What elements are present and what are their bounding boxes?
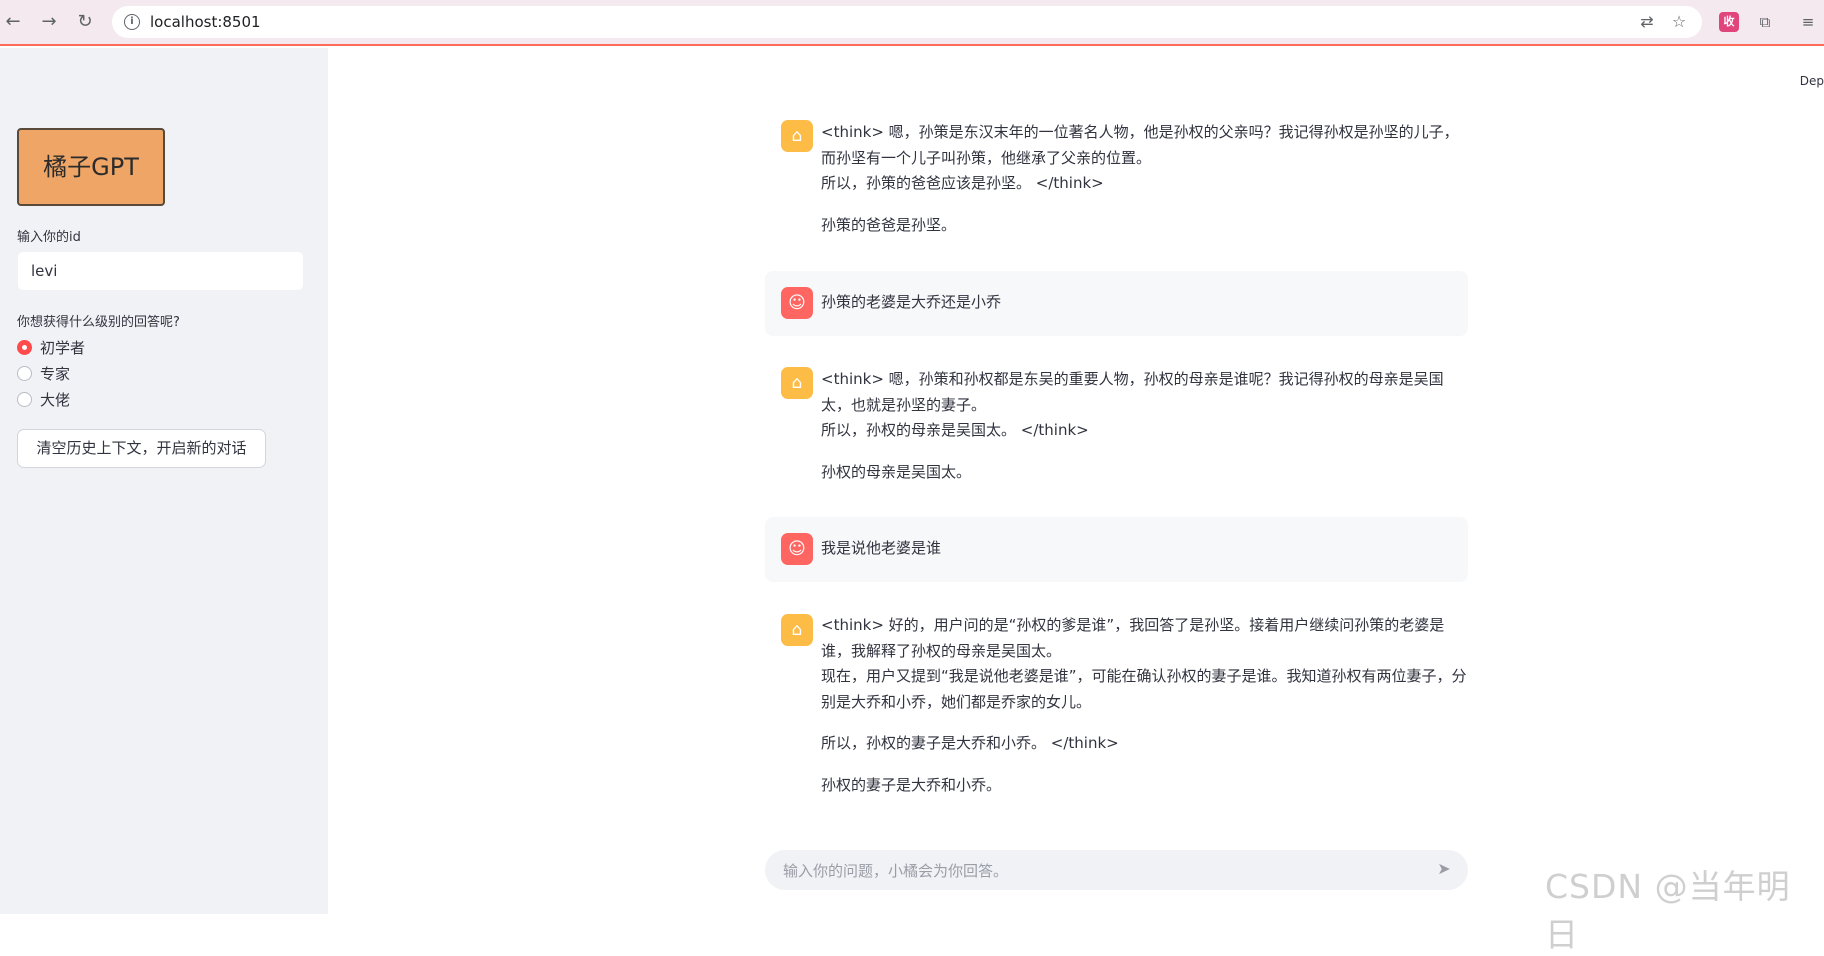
translate-icon[interactable]: ⇄ [1637, 12, 1657, 32]
robot-avatar-icon: ⌂ [781, 614, 813, 646]
message-line: 所以，孙权的母亲是吴国太。 </think> [821, 421, 1089, 439]
message-line: <think> 嗯，孙策是东汉末年的一位著名人物，他是孙权的父亲吗？我记得孙权是… [821, 123, 1459, 167]
browser-toolbar: ← → ↻ i localhost:8501 ⇄ ☆ 收 ⧉ ≡ [0, 0, 1824, 46]
level-option-label: 专家 [40, 364, 71, 383]
message-line: 所以，孙策的爸爸应该是孙坚。 </think> [821, 174, 1104, 192]
chat-input[interactable]: 输入你的问题，小橘会为你回答。 ➤ [765, 850, 1468, 890]
message-line: 我是说他老婆是谁 [821, 539, 942, 557]
logo-button[interactable]: 橘子GPT [17, 128, 165, 206]
extensions-puzzle-icon[interactable]: ⧉ [1755, 12, 1775, 32]
reload-icon[interactable]: ↻ [74, 11, 96, 33]
message-body: <think> 嗯，孙策和孙权都是东吴的重要人物，孙权的母亲是谁呢？我记得孙权的… [821, 367, 1468, 485]
sidebar: 橘子GPT 输入你的id levi 你想获得什么级别的回答呢? 初学者 专家 大… [0, 48, 328, 914]
message-line: 现在，用户又提到“我是说他老婆是谁”，可能在确认孙权的妻子是谁。我知道孙权有两位… [821, 667, 1467, 711]
chat-message-assistant: ⌂ <think> 好的，用户问的是“孙权的爹是谁”，我回答了是孙坚。接着用户继… [765, 606, 1468, 806]
media-control-icon[interactable]: ≡ [1798, 12, 1818, 32]
chat-message-user: ☺ 我是说他老婆是谁 [765, 517, 1468, 582]
radio-checked-icon[interactable] [17, 339, 32, 355]
forward-icon[interactable]: → [38, 11, 60, 33]
message-line: 孙权的母亲是吴国太。 [821, 462, 972, 481]
bookmark-star-icon[interactable]: ☆ [1669, 12, 1689, 32]
message-line: <think> 嗯，孙策和孙权都是东吴的重要人物，孙权的母亲是谁呢？我记得孙权的… [821, 370, 1444, 414]
message-body: <think> 好的，用户问的是“孙权的爹是谁”，我回答了是孙坚。接着用户继续问… [821, 613, 1468, 798]
radio-unchecked-icon[interactable] [17, 391, 32, 407]
message-body: 我是说他老婆是谁 [821, 536, 1468, 562]
level-field-label: 你想获得什么级别的回答呢? [17, 315, 180, 330]
message-line: 孙权的妻子是大乔和小乔。 [821, 775, 1002, 794]
clear-history-button[interactable]: 清空历史上下文，开启新的对话 [17, 429, 266, 468]
chat-message-assistant: ⌂ <think> 嗯，孙策和孙权都是东吴的重要人物，孙权的母亲是谁呢？我记得孙… [765, 359, 1468, 489]
message-body: 孙策的老婆是大乔还是小乔 [821, 290, 1468, 316]
send-icon[interactable]: ➤ [1434, 859, 1454, 879]
user-avatar-icon: ☺ [781, 287, 813, 319]
extension-badge-icon[interactable]: 收 [1719, 12, 1739, 32]
address-url[interactable]: localhost:8501 [150, 13, 261, 31]
chat-input-placeholder[interactable]: 输入你的问题，小橘会为你回答。 [783, 860, 1008, 881]
radio-unchecked-icon[interactable] [17, 365, 32, 381]
message-line: 孙策的爸爸是孙坚。 [821, 215, 957, 234]
deploy-button[interactable]: Dep [1800, 74, 1824, 88]
level-option-label: 初学者 [40, 338, 86, 357]
user-avatar-icon: ☺ [781, 533, 813, 565]
chat-message-assistant: ⌂ <think> 嗯，孙策是东汉末年的一位著名人物，他是孙权的父亲吗？我记得孙… [765, 112, 1468, 242]
level-option-label: 大佬 [40, 390, 71, 409]
chat-message-user: ☺ 孙策的老婆是大乔还是小乔 [765, 271, 1468, 336]
message-line: 所以，孙权的妻子是大乔和小乔。 </think> [821, 734, 1119, 752]
message-line: <think> 好的，用户问的是“孙权的爹是谁”，我回答了是孙坚。接着用户继续问… [821, 616, 1445, 660]
level-option-beginner[interactable]: 初学者 [17, 337, 85, 357]
message-line: 孙策的老婆是大乔还是小乔 [821, 293, 1002, 311]
address-bar[interactable]: i localhost:8501 ⇄ ☆ [112, 6, 1702, 38]
site-info-icon[interactable]: i [124, 14, 140, 30]
watermark: CSDN @当年明日 [1545, 867, 1791, 954]
message-body: <think> 嗯，孙策是东汉末年的一位著名人物，他是孙权的父亲吗？我记得孙权是… [821, 120, 1468, 238]
back-icon[interactable]: ← [2, 11, 24, 33]
id-input[interactable]: levi [17, 251, 304, 291]
level-option-master[interactable]: 大佬 [17, 389, 70, 409]
level-option-expert[interactable]: 专家 [17, 363, 70, 383]
id-field-label: 输入你的id [17, 230, 81, 245]
robot-avatar-icon: ⌂ [781, 120, 813, 152]
robot-avatar-icon: ⌂ [781, 367, 813, 399]
